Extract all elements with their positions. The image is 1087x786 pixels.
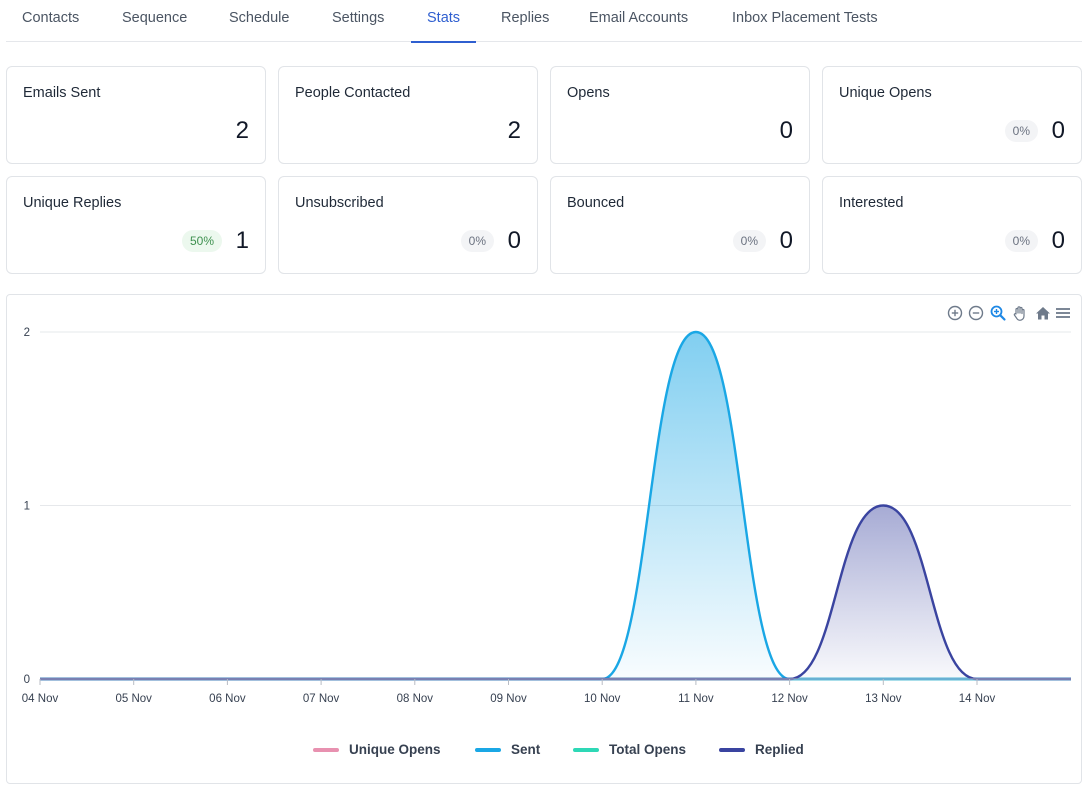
- stat-label: Interested: [839, 195, 904, 211]
- stat-label: Emails Sent: [23, 85, 101, 101]
- legend-swatch: [475, 748, 501, 752]
- menu-icon[interactable]: [1054, 304, 1072, 322]
- stat-card-emails-sent: Emails Sent 2: [6, 66, 266, 164]
- stat-percent-badge: 0%: [1004, 120, 1038, 142]
- stat-value: 1: [235, 227, 249, 254]
- stat-value: 0: [1051, 227, 1065, 254]
- chart-legend: Unique Opens Sent Total Opens Replied: [0, 741, 1087, 759]
- stat-label: Unique Opens: [839, 85, 932, 101]
- stat-value: 0: [507, 227, 521, 254]
- zoom-in-icon[interactable]: [946, 304, 964, 322]
- tab-contacts[interactable]: Contacts: [22, 0, 79, 42]
- stat-value: 0: [779, 117, 793, 144]
- stat-label: People Contacted: [295, 85, 411, 101]
- stat-label: Unique Replies: [23, 195, 122, 211]
- tab-inbox-placement-tests[interactable]: Inbox Placement Tests: [732, 0, 878, 42]
- stat-percent-badge: 0%: [1004, 230, 1038, 252]
- legend-swatch: [313, 748, 339, 752]
- stat-card-bounced: Bounced 0% 0: [550, 176, 810, 274]
- legend-label: Replied: [755, 742, 804, 757]
- tab-schedule[interactable]: Schedule: [229, 0, 289, 42]
- stat-card-opens: Opens 0: [550, 66, 810, 164]
- stat-value: 2: [507, 117, 521, 144]
- legend-label: Unique Opens: [349, 742, 441, 757]
- stat-label: Unsubscribed: [295, 195, 384, 211]
- stat-value: 2: [235, 117, 249, 144]
- tab-bar: Contacts Sequence Schedule Settings Stat…: [6, 0, 1082, 43]
- stat-label: Opens: [567, 85, 610, 101]
- stat-card-unique-replies: Unique Replies 50% 1: [6, 176, 266, 274]
- tab-replies[interactable]: Replies: [501, 0, 549, 42]
- tab-email-accounts[interactable]: Email Accounts: [589, 0, 688, 42]
- stats-chart-panel: [6, 294, 1082, 784]
- selection-zoom-icon[interactable]: [989, 304, 1007, 322]
- tab-settings[interactable]: Settings: [332, 0, 384, 42]
- stat-card-people-contacted: People Contacted 2: [278, 66, 538, 164]
- legend-label: Sent: [511, 742, 541, 757]
- pan-icon[interactable]: [1011, 304, 1029, 322]
- legend-swatch: [719, 748, 745, 752]
- stat-card-interested: Interested 0% 0: [822, 176, 1082, 274]
- tab-stats[interactable]: Stats: [410, 0, 477, 43]
- stat-card-unsubscribed: Unsubscribed 0% 0: [278, 176, 538, 274]
- zoom-out-icon[interactable]: [967, 304, 985, 322]
- legend-swatch: [573, 748, 599, 752]
- tab-sequence[interactable]: Sequence: [122, 0, 187, 42]
- stat-card-unique-opens: Unique Opens 0% 0: [822, 66, 1082, 164]
- stat-label: Bounced: [567, 195, 625, 211]
- reset-home-icon[interactable]: [1034, 304, 1052, 322]
- stat-percent-badge: 0%: [460, 230, 494, 252]
- legend-label: Total Opens: [609, 742, 687, 757]
- stat-percent-badge: 0%: [732, 230, 766, 252]
- stat-percent-badge: 50%: [181, 230, 222, 252]
- stat-value: 0: [1051, 117, 1065, 144]
- stat-value: 0: [779, 227, 793, 254]
